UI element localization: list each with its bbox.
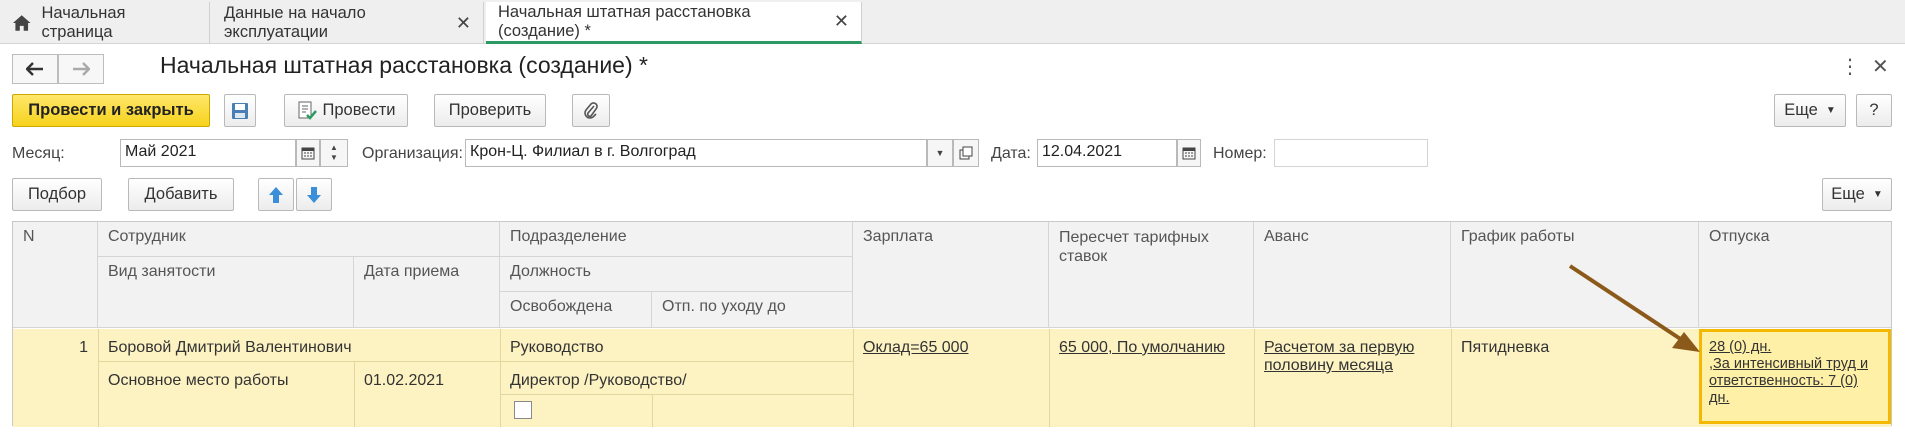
cell-department[interactable]: Руководство [500, 339, 614, 357]
vacation-line: дн. [1709, 390, 1730, 406]
tab-bar: Начальная страница Данные на начало эксп… [0, 0, 1905, 44]
arrow-up-icon [269, 186, 283, 203]
cell-n[interactable]: 1 [13, 339, 98, 357]
cell-divider [853, 329, 854, 427]
cell-divider [1049, 329, 1050, 427]
advance-line: половину месяца [1264, 357, 1393, 374]
table-more-button[interactable]: Еще ▼ [1822, 178, 1892, 211]
cell-divider [354, 361, 355, 427]
calendar-button[interactable] [296, 139, 320, 167]
help-button[interactable]: ? [1856, 94, 1892, 127]
save-button[interactable] [224, 94, 256, 127]
back-button[interactable] [12, 54, 58, 84]
annotation-arrow-icon [1568, 264, 1700, 352]
check-button[interactable]: Проверить [434, 94, 546, 127]
advance-line: Расчетом за первую [1264, 339, 1415, 356]
organization-input[interactable]: Крон-Ц. Филиал в г. Волгоград [465, 139, 927, 167]
date-label: Дата: [991, 145, 1031, 162]
tab-label: Начальная страница [41, 4, 126, 41]
col-released[interactable]: Освобождена [500, 292, 652, 328]
arrow-down-icon [307, 186, 321, 203]
cell-hire-date[interactable]: 01.02.2021 [354, 372, 454, 390]
cell-divider [652, 394, 653, 427]
cell-employee[interactable]: Боровой Дмитрий Валентинович [98, 339, 362, 357]
cell-divider [500, 394, 853, 395]
date-input[interactable]: 12.04.2021 [1037, 139, 1177, 167]
vacation-line: ,За интенсивный труд и [1709, 356, 1869, 372]
post-button-label: Провести [322, 101, 396, 119]
number-input[interactable] [1274, 139, 1428, 167]
col-department[interactable]: Подразделение [500, 222, 853, 257]
cell-advance-link[interactable]: Расчетом за первую половину месяца [1264, 339, 1414, 375]
more-menu-button[interactable]: Еще ▼ [1774, 94, 1846, 127]
cell-position[interactable]: Директор /Руководство/ [500, 372, 697, 390]
move-up-button[interactable] [258, 178, 294, 211]
arrow-right-icon [73, 62, 90, 76]
post-button[interactable]: Провести [284, 94, 408, 127]
paperclip-icon [584, 101, 598, 119]
month-label: Месяц: [12, 145, 65, 162]
close-icon[interactable]: ✕ [834, 11, 849, 32]
col-salary[interactable]: Зарплата [853, 222, 1049, 328]
forward-button[interactable] [58, 54, 104, 84]
vacation-line: 28 (0) дн. [1709, 339, 1772, 355]
close-icon[interactable]: ✕ [1872, 54, 1889, 79]
chevron-down-icon[interactable]: ▼ [330, 153, 338, 163]
select-button[interactable]: Подбор [12, 178, 102, 211]
number-label: Номер: [1213, 145, 1267, 162]
cell-divider [98, 361, 853, 362]
col-advance[interactable]: Аванс [1254, 222, 1451, 328]
cell-employment-type[interactable]: Основное место работы [98, 372, 298, 390]
tab-label: Данные на начало эксплуатации [224, 4, 366, 41]
date-calendar-button[interactable] [1177, 139, 1201, 167]
attach-button[interactable] [572, 94, 610, 127]
vacation-line: ответственность: 7 (0) [1709, 373, 1858, 389]
col-parental-leave[interactable]: Отп. по уходу до [652, 292, 853, 328]
chevron-down-icon: ▼ [1825, 105, 1836, 116]
chevron-down-icon: ▼ [1872, 189, 1883, 200]
open-organization-button[interactable] [953, 139, 979, 167]
home-icon [12, 15, 31, 31]
post-and-close-button[interactable]: Провести и закрыть [12, 94, 210, 127]
more-vertical-icon[interactable]: ⋮ [1840, 54, 1860, 79]
cell-vacations-link[interactable]: 28 (0) дн. ,За интенсивный труд и ответс… [1709, 339, 1868, 407]
organization-dropdown[interactable]: ▼ [927, 139, 953, 167]
tab-home[interactable]: Начальная страница [0, 2, 210, 44]
col-employee[interactable]: Сотрудник [98, 222, 500, 257]
page-title: Начальная штатная расстановка (создание)… [160, 52, 648, 78]
month-input[interactable]: Май 2021 [120, 139, 296, 167]
tab-initial-data[interactable]: Данные на начало эксплуатации ✕ [212, 2, 484, 44]
month-spinner[interactable]: ▲ ▼ [320, 139, 348, 167]
tab-staff-placement[interactable]: Начальная штатная расстановка (создание)… [486, 2, 862, 44]
close-icon[interactable]: ✕ [456, 13, 471, 34]
calendar-icon [301, 147, 315, 160]
post-document-icon [298, 101, 317, 120]
released-checkbox[interactable] [514, 401, 532, 419]
cell-schedule[interactable]: Пятидневка [1451, 339, 1559, 357]
more-label: Еще [1784, 101, 1818, 119]
arrow-left-icon [26, 62, 43, 76]
calendar-icon [1182, 147, 1196, 160]
chevron-down-icon: ▼ [935, 148, 945, 158]
col-rate-recalc[interactable]: Пересчет тарифных ставок [1049, 222, 1254, 328]
col-vacations[interactable]: Отпуска [1699, 222, 1891, 328]
col-hire-date[interactable]: Дата приема [354, 257, 500, 328]
tab-label: Начальная штатная расстановка (создание)… [498, 2, 751, 40]
cell-rate-recalc-link[interactable]: 65 000, По умолчанию [1059, 339, 1225, 357]
organization-label: Организация: [362, 145, 463, 162]
move-down-button[interactable] [296, 178, 332, 211]
more-label: Еще [1831, 185, 1865, 203]
col-employment-type[interactable]: Вид занятости [98, 257, 354, 328]
save-icon [232, 102, 248, 119]
add-button[interactable]: Добавить [128, 178, 234, 211]
chevron-up-icon[interactable]: ▲ [330, 143, 338, 153]
open-window-icon [959, 146, 973, 160]
cell-salary-link[interactable]: Оклад=65 000 [863, 339, 968, 357]
cell-divider [1254, 329, 1255, 427]
col-n[interactable]: N [13, 222, 98, 328]
col-position[interactable]: Должность [500, 257, 853, 292]
